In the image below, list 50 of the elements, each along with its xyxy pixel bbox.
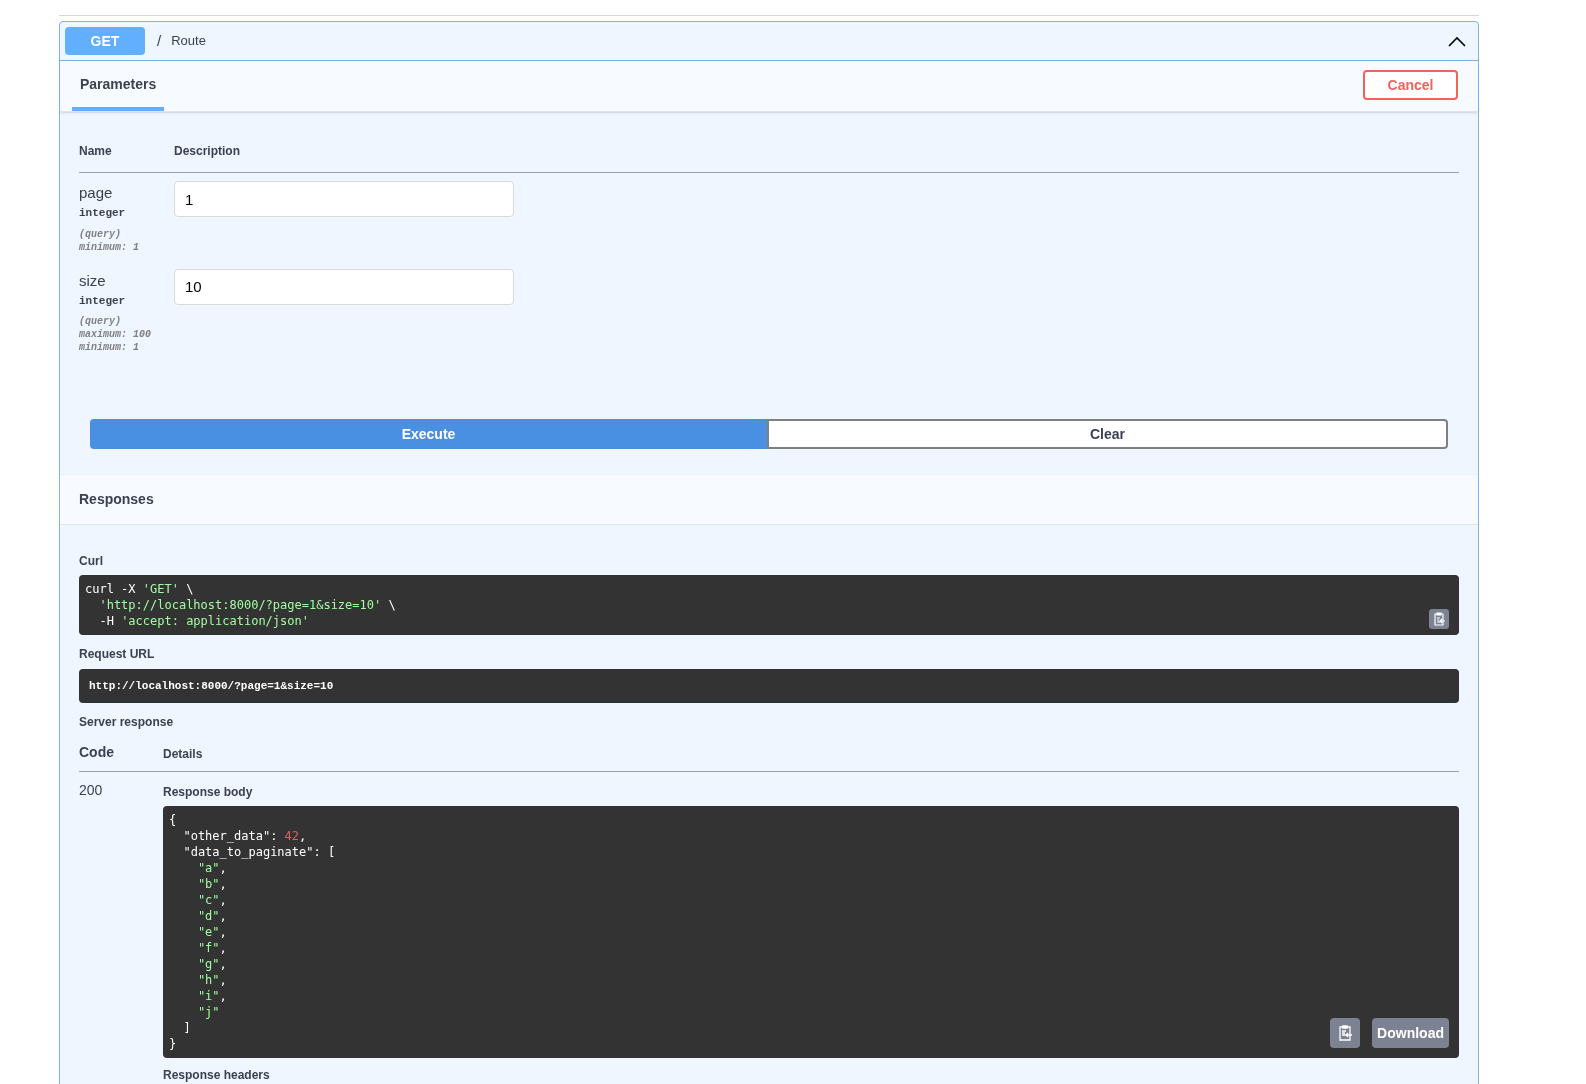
code-line: "f", [196,940,227,956]
request-url: http://localhost:8000/?page=1&size=10 [89,678,334,694]
parameter-type: integer [79,206,127,221]
collapse-chevron-icon[interactable] [1447,35,1467,47]
code-line: "a", [196,860,227,876]
copy-icon[interactable] [1429,609,1449,629]
column-header: Name [79,143,113,160]
parameter-constraint: maximum: 100 [79,328,152,341]
tab[interactable]: Parameters [72,74,165,111]
column-header: Description [174,143,240,160]
input-field[interactable]: 10 [174,268,514,305]
code-line: "data_to_paginate": [ [182,844,336,860]
field-label: Response body [163,784,254,801]
route-path: Route [171,32,206,51]
code-line: "c", [196,892,227,908]
code-line: -H 'accept: application/json' [98,613,309,629]
parameter-location: (query) [79,315,122,328]
code-line: { [169,812,177,828]
path-separator: / [157,30,162,51]
field-label: Response headers [163,1067,271,1084]
code-line: 'http://localhost:8000/?page=1&size=10' \ [98,597,396,613]
code-line: "b", [196,876,227,892]
method-badge: GET [65,27,145,55]
column-header: Code [79,743,115,762]
parameter-location: (query) [79,227,122,241]
parameter-constraint: minimum: 1 [79,341,140,354]
field-label: Server response [79,714,175,731]
parameter-name: size [79,270,107,291]
code-line: } [169,1036,177,1052]
code-line: "d", [196,908,227,924]
code-line: "j" [196,1004,220,1020]
code-line: "other_data": 42, [182,828,307,844]
input-field[interactable]: 1 [174,181,514,217]
copy-icon[interactable] [1330,1018,1361,1048]
download-button[interactable]: Download [1372,1018,1449,1048]
code-line: "i", [196,988,227,1004]
code-line: ] [182,1020,191,1036]
parameter-constraint: minimum: 1 [79,240,140,254]
section-title: Responses [79,490,154,509]
code-line: curl -X 'GET' \ [85,581,194,597]
code-line: "e", [196,924,227,940]
code-line: "g", [196,956,227,972]
status-code: 200 [79,781,104,800]
field-label: Curl [79,553,104,570]
parameter-type: integer [79,293,127,309]
clear-button[interactable]: Clear [767,419,1448,449]
column-header: Details [163,746,203,763]
field-label: Request URL [79,646,156,663]
parameter-name: page [79,183,114,203]
code-line: "h", [196,972,227,988]
